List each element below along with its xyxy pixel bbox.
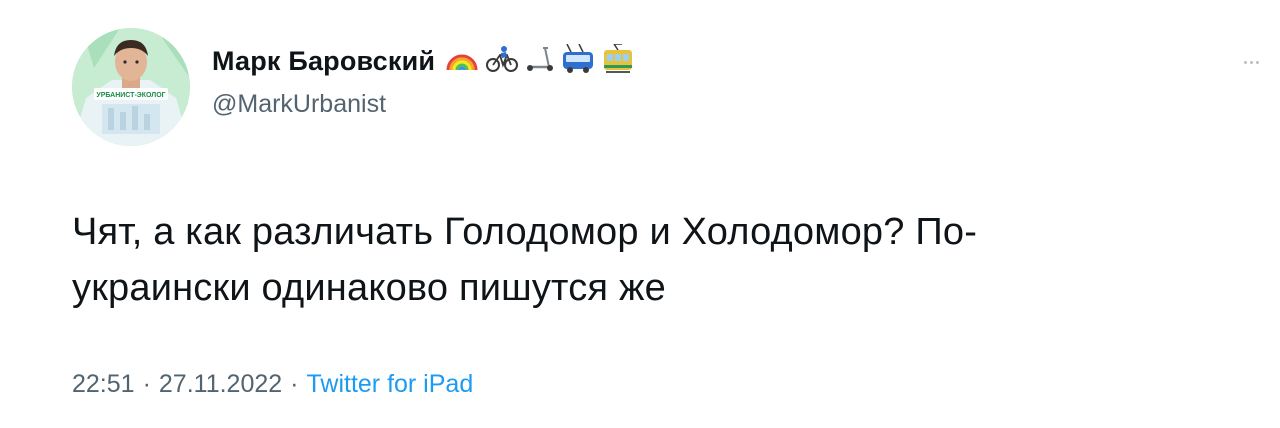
rainbow-icon [445,46,479,77]
tweet-text-line: украински одинаково пишутся же [72,267,666,309]
avatar-badge-text: УРБАНИСТ-ЭКОЛОГ [96,92,165,99]
avatar[interactable]: УРБАНИСТ-ЭКОЛОГ [72,28,190,146]
author-handle[interactable]: @MarkUrbanist [212,90,386,119]
tweet-text: Чят, а как различать Голодомор и Холодом… [72,204,1212,316]
tweet-card: УРБАНИСТ-ЭКОЛОГ Марк Баровский @MarkUrba… [0,0,1280,428]
meta-separator: · [290,370,299,398]
tweet-date[interactable]: 27.11.2022 [159,370,282,398]
cyclist-icon [485,45,519,78]
tweet-text-line: Чят, а как различать Голодомор и Холодом… [72,211,978,253]
author-display-name[interactable]: Марк Баровский [212,46,435,77]
tweet-time[interactable]: 22:51 [72,370,135,398]
tram-icon [601,43,635,79]
more-dot [1249,60,1253,64]
author-name-emoji [445,43,635,79]
more-options-button[interactable] [1236,52,1266,72]
author-name-row[interactable]: Марк Баровский [212,43,635,79]
tweet-source-link[interactable]: Twitter for iPad [307,370,474,398]
more-dot [1243,60,1247,64]
scooter-icon [525,45,555,78]
trolleybus-icon [561,43,595,79]
tweet-meta: 22:51 · 27.11.2022 · Twitter for iPad [72,370,473,399]
avatar-image: УРБАНИСТ-ЭКОЛОГ [72,28,190,146]
meta-separator: · [142,370,151,398]
more-dot [1255,60,1259,64]
